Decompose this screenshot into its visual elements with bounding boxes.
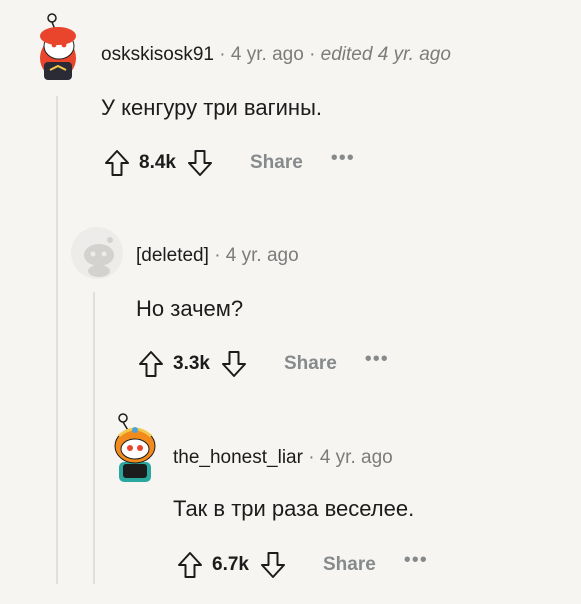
comment-body: У кенгуру три вагины. xyxy=(101,95,322,120)
share-button[interactable]: Share xyxy=(284,353,337,375)
deleted-user-avatar-icon xyxy=(71,227,123,279)
downvote-arrow-icon xyxy=(221,351,246,377)
more-options-button[interactable]: ••• xyxy=(331,148,355,168)
meta-separator: · xyxy=(309,44,316,65)
more-options-button[interactable]: ••• xyxy=(404,550,428,570)
author-username[interactable]: the_honest_liar xyxy=(173,447,303,468)
snoo-avatar-icon xyxy=(40,13,76,80)
author-username: [deleted] xyxy=(136,245,209,266)
downvote-arrow-icon xyxy=(260,552,285,578)
upvote-button[interactable] xyxy=(137,349,165,379)
meta-separator: · xyxy=(219,44,226,65)
author-username[interactable]: oskskisosk91 xyxy=(101,44,214,65)
vote-count: 6.7k xyxy=(212,554,249,575)
timestamp[interactable]: 4 yr. ago xyxy=(231,44,304,65)
vote-count: 8.4k xyxy=(139,152,176,173)
comment-body: Так в три раза веселее. xyxy=(173,496,415,521)
upvote-button[interactable] xyxy=(103,148,131,178)
meta-separator: · xyxy=(308,447,315,468)
comment-meta: the_honest_liar · 4 yr. ago xyxy=(173,447,393,469)
upvote-arrow-icon xyxy=(105,150,129,176)
comment-actions: 6.7k Share ••• xyxy=(176,550,428,580)
timestamp[interactable]: 4 yr. ago xyxy=(226,245,299,266)
thread-line-level-2[interactable] xyxy=(93,292,95,584)
downvote-button[interactable] xyxy=(220,349,248,379)
upvote-arrow-icon xyxy=(178,552,202,578)
downvote-button[interactable] xyxy=(186,148,214,178)
edited-timestamp: edited 4 yr. ago xyxy=(320,44,451,65)
user-avatar[interactable] xyxy=(30,12,86,82)
thread-line-level-1[interactable] xyxy=(56,96,58,584)
comment-meta: [deleted] · 4 yr. ago xyxy=(136,245,299,267)
timestamp[interactable]: 4 yr. ago xyxy=(320,447,393,468)
vote-count: 3.3k xyxy=(173,353,210,374)
comment-actions: 8.4k Share ••• xyxy=(103,148,355,178)
user-avatar[interactable] xyxy=(70,226,124,280)
upvote-button[interactable] xyxy=(176,550,204,580)
meta-separator: · xyxy=(214,245,221,266)
upvote-arrow-icon xyxy=(139,351,163,377)
user-avatar[interactable] xyxy=(107,412,163,484)
share-button[interactable]: Share xyxy=(323,554,376,576)
downvote-button[interactable] xyxy=(259,550,287,580)
comment-meta: oskskisosk91 · 4 yr. ago · edited 4 yr. … xyxy=(101,44,451,66)
comment-actions: 3.3k Share ••• xyxy=(137,349,389,379)
downvote-arrow-icon xyxy=(187,150,212,176)
comment-body: Но зачем? xyxy=(136,296,244,321)
more-options-button[interactable]: ••• xyxy=(365,349,389,369)
share-button[interactable]: Share xyxy=(250,152,303,174)
snoo-avatar-icon xyxy=(114,413,156,482)
